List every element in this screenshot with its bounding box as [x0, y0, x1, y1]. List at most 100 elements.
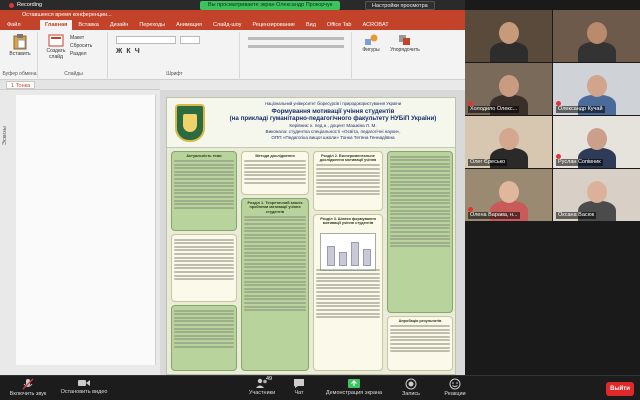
arrange-icon — [399, 35, 410, 45]
participant-gallery: Холодило Олекс... Олександр Кучай Олег Єре… — [465, 0, 640, 375]
new-slide-button[interactable]: Создать слайд — [44, 34, 68, 60]
share-screen-button[interactable]: Демонстрация экрана — [322, 378, 386, 396]
participant-tile[interactable] — [553, 10, 640, 62]
unmute-button[interactable]: Включить звук — [4, 378, 52, 397]
section3-title: Розділ 3. Шляхи формування мотивації учі… — [320, 217, 376, 226]
tab-8[interactable]: Office Tab — [322, 20, 357, 30]
participant-tile[interactable]: Оксана Васюк — [553, 169, 640, 221]
paragraph-controls[interactable] — [248, 37, 344, 40]
participant-head — [499, 128, 519, 150]
meeting-time-warning: Оставшееся время конференции... — [22, 12, 112, 18]
tab-4[interactable]: Анимация — [171, 20, 207, 30]
participant-head — [587, 128, 607, 150]
participant-head — [587, 22, 607, 44]
participant-tile[interactable]: Холодило Олекс... — [465, 63, 552, 115]
zoom-window: Recording Вы просматриваете экран Олекса… — [0, 0, 640, 400]
participant-tile[interactable]: Олена Варава, н... — [465, 169, 552, 221]
tab-2[interactable]: Дизайн — [105, 20, 134, 30]
slide-tab[interactable]: 1 Тонка — [6, 81, 36, 89]
section1-box: Розділ 1. Теоретичний аналіз проблеми мо… — [241, 198, 309, 371]
font-name-box[interactable] — [116, 36, 176, 44]
chart-bar — [327, 246, 335, 266]
reset-button[interactable]: Сбросить — [70, 43, 92, 49]
viewing-share-label: Вы просматриваете экран Олександр Прокор… — [200, 1, 341, 10]
tab-0[interactable]: Главная — [40, 20, 73, 30]
tab-file[interactable]: Файл — [2, 20, 26, 30]
font-size-box[interactable] — [180, 36, 200, 44]
participants-count: 49 — [266, 376, 273, 382]
participant-tile[interactable]: Олександр Кучай — [553, 63, 640, 115]
ribbon-tabs: Главная Вставка Дизайн Переходы Анимация Слай… — [40, 20, 394, 30]
paste-button[interactable]: Вставить — [6, 34, 34, 57]
record-icon — [405, 378, 417, 390]
tab-1[interactable]: Вставка — [73, 20, 103, 30]
recording-label: Recording — [17, 2, 43, 8]
tab-7[interactable]: Вид — [301, 20, 321, 30]
participant-tile[interactable] — [465, 10, 552, 62]
approbation-text — [390, 325, 450, 353]
tab-6[interactable]: Рецензирование — [247, 20, 299, 30]
record-button[interactable]: Запись — [398, 378, 424, 397]
object-box — [171, 305, 237, 371]
section-button[interactable]: Раздел — [70, 51, 87, 57]
slide-canvas[interactable]: Національний університет біоресурсів і п… — [160, 90, 465, 375]
reactions-button[interactable]: Реакции — [438, 378, 472, 397]
participant-head — [587, 181, 607, 203]
participants-button[interactable]: Участники — [242, 378, 282, 396]
participant-tile[interactable]: Олег Єресько — [465, 116, 552, 168]
font-format-buttons[interactable]: ЖКЧ — [116, 48, 144, 55]
recording-indicator[interactable]: Recording — [6, 1, 45, 9]
paragraph-group — [242, 32, 352, 78]
section2-title: Розділ 2. Експериментальне дослідження м… — [319, 154, 377, 163]
section3-box: Розділ 3. Шляхи формування мотивації учі… — [313, 214, 383, 371]
poster-header: Національний університет біоресурсів і п… — [167, 98, 455, 148]
poster-subtitle: (на прикладі гуманітарно-педагогічного ф… — [229, 115, 437, 122]
university-crest-icon — [175, 104, 205, 142]
drawing-group: Фигуры Упорядочить — [354, 32, 424, 78]
tab-5[interactable]: Слайд-шоу — [208, 20, 247, 30]
view-options-button[interactable]: Настройки просмотра — [365, 1, 435, 10]
slides-group-label: Слайды — [64, 71, 83, 77]
poster-slide[interactable]: Національний університет біоресурсів і п… — [166, 97, 456, 375]
conclusions-text — [390, 155, 450, 248]
slide-thumbnails-pane[interactable] — [16, 95, 156, 365]
stop-video-button[interactable]: Остановить видео — [54, 378, 114, 395]
poster-column-3: Розділ 2. Експериментальне дослідження м… — [313, 151, 383, 371]
poster-supervisor: Керівник: к. пед.н., доцент Машкіна Л. М… — [289, 123, 377, 128]
reactions-smiley-icon — [449, 378, 461, 390]
poster-bar-chart — [320, 233, 376, 271]
alignment-controls[interactable] — [248, 45, 344, 48]
methods-text — [244, 160, 306, 184]
record-dot-icon — [9, 2, 14, 8]
section2-text — [316, 164, 380, 196]
relevance-text — [174, 160, 234, 209]
clipboard-group-label: Буфер обмена — [2, 71, 37, 77]
participant-name: Олег Єресько — [468, 159, 508, 166]
participant-tile[interactable]: Руслан Сопівник — [553, 116, 640, 168]
participant-name: Холодило Олекс... — [468, 106, 520, 113]
arrange-button[interactable]: Упорядочить — [388, 34, 422, 53]
clipboard-group: Вставить Буфер обмена — [2, 32, 38, 78]
chart-bar — [351, 242, 359, 266]
slide-pane-header: 1 Тонка — [0, 80, 160, 90]
thumbnails-label[interactable]: Эскизы — [2, 105, 14, 145]
font-group-label: Шрифт — [166, 71, 183, 77]
participant-head — [499, 181, 519, 203]
participant-body — [578, 42, 616, 62]
poster-column-2: Методи дослідження Розділ 1. Теоретичний… — [241, 151, 309, 371]
leave-button[interactable]: Выйти — [606, 382, 634, 396]
shapes-button[interactable]: Фигуры — [358, 34, 384, 53]
new-slide-icon — [48, 34, 64, 47]
ppt-titlebar: Оставшееся время конференции... Файл Гла… — [0, 10, 465, 30]
participant-name: Олена Варава, н... — [468, 212, 520, 219]
meeting-toolbar: Включить звук Остановить видео Участники… — [0, 375, 640, 400]
goal-text — [174, 238, 234, 281]
tab-9[interactable]: ACROBAT — [357, 20, 393, 30]
tab-3[interactable]: Переходы — [134, 20, 170, 30]
conclusions-box — [387, 151, 453, 313]
layout-button[interactable]: Макет — [70, 35, 84, 41]
methods-box: Методи дослідження — [241, 151, 309, 195]
chat-button[interactable]: Чат — [288, 378, 310, 396]
shapes-icon — [365, 34, 378, 45]
poster-author: Виконала: студентка спеціальності «Освіт… — [265, 129, 401, 134]
